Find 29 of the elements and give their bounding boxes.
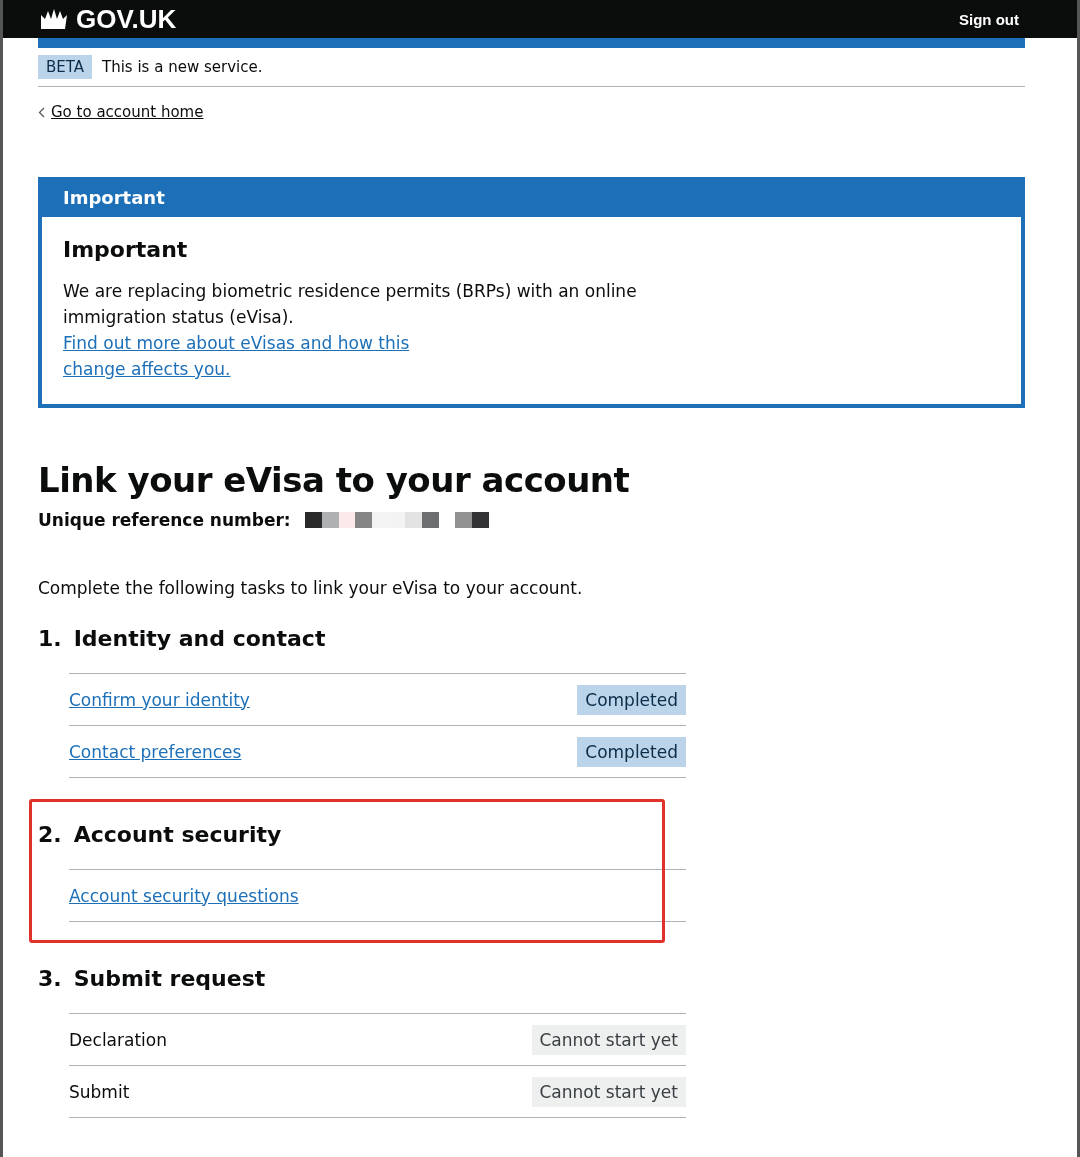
reference-label: Unique reference number: bbox=[38, 510, 291, 530]
task-name: Declaration bbox=[69, 1029, 167, 1050]
section-heading: Submit request bbox=[73, 966, 266, 991]
status-tag: Cannot start yet bbox=[531, 1076, 686, 1107]
intro-text: Complete the following tasks to link your eVisa to your account. bbox=[38, 578, 584, 598]
section-number: 1. bbox=[38, 626, 62, 651]
banner-text: We are replacing biometric residence permits (BRPs) with an online immigration status (eVisa). Find out more about eVisas and how this change affects you. bbox=[63, 280, 638, 381]
banner-title: Important bbox=[42, 181, 1021, 217]
status-tag: Completed bbox=[577, 736, 686, 767]
evisa-info-link[interactable]: Find out more about eVisas and how this bbox=[63, 333, 410, 353]
evisa-info-link[interactable]: change affects you. bbox=[63, 359, 231, 379]
section-heading: Identity and contact bbox=[73, 626, 326, 651]
task-name: Submit bbox=[69, 1081, 130, 1102]
chevron-left-icon bbox=[38, 106, 45, 118]
sign-out-link[interactable]: Sign out bbox=[959, 10, 1019, 28]
task-link[interactable]: Confirm your identity bbox=[69, 689, 250, 710]
section-number: 2. bbox=[38, 822, 62, 847]
banner-heading: Important bbox=[63, 237, 189, 262]
section-heading: Account security bbox=[73, 822, 282, 847]
status-tag: Cannot start yet bbox=[531, 1024, 686, 1055]
section-number: 3. bbox=[38, 966, 62, 991]
phase-text: This is a new service. bbox=[102, 58, 263, 76]
status-tag: Completed bbox=[577, 684, 686, 715]
task-link[interactable]: Contact preferences bbox=[69, 741, 242, 762]
phase-tag: BETA bbox=[38, 55, 93, 79]
task-link[interactable]: Account security questions bbox=[69, 885, 299, 906]
page-title: Link your eVisa to your account bbox=[38, 460, 631, 500]
back-link[interactable]: Go to account home bbox=[51, 103, 204, 121]
site-logo[interactable]: GOV.UK bbox=[76, 3, 177, 35]
